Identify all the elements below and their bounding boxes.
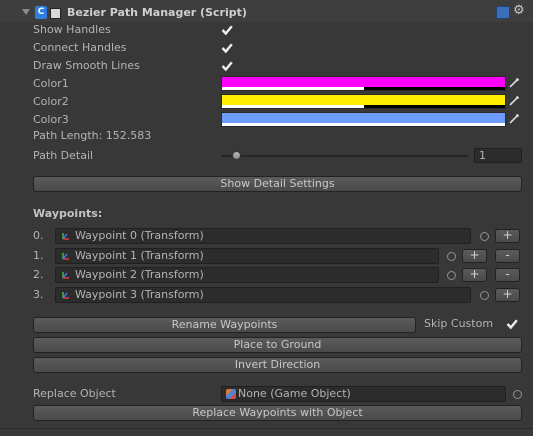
add-waypoint-button[interactable]: + (462, 268, 487, 282)
checkbox[interactable] (221, 60, 233, 72)
waypoint-index: 3. (33, 288, 44, 301)
object-picker-icon[interactable] (447, 252, 456, 261)
rename-waypoints-button[interactable]: Rename Waypoints (33, 317, 416, 333)
color-field[interactable] (221, 76, 506, 91)
alpha-bar (222, 105, 364, 108)
replace-object-label: Replace Object (33, 387, 116, 400)
csharp-script-icon: C (35, 6, 47, 19)
object-picker-icon[interactable] (480, 232, 489, 241)
waypoint-name: Waypoint 0 (Transform) (75, 229, 204, 242)
eyedropper-icon[interactable] (508, 77, 520, 89)
add-waypoint-button[interactable]: + (495, 229, 520, 243)
waypoint-object-field[interactable]: Waypoint 2 (Transform) (55, 267, 439, 283)
skip-custom-label: Skip Custom (424, 317, 494, 330)
transform-icon (62, 272, 69, 279)
replace-object-field[interactable]: None (Game Object) (221, 386, 506, 402)
color-label: Color3 (33, 113, 69, 126)
path-length-label: Path Length: 152.583 (33, 129, 152, 142)
color-field[interactable] (221, 112, 506, 127)
object-picker-icon[interactable] (513, 390, 522, 399)
transform-icon (62, 292, 69, 299)
transform-icon (62, 253, 69, 260)
component-enabled-toggle[interactable] (50, 8, 61, 19)
waypoint-object-field[interactable]: Waypoint 0 (Transform) (55, 228, 471, 244)
component-title: Bezier Path Manager (Script) (67, 6, 247, 19)
gear-icon[interactable]: ⚙ (513, 4, 525, 18)
waypoint-object-field[interactable]: Waypoint 1 (Transform) (55, 248, 439, 264)
path-detail-slider-thumb[interactable] (232, 151, 241, 160)
path-detail-value-field[interactable]: 1 (474, 148, 522, 163)
eyedropper-icon[interactable] (508, 113, 520, 125)
show-detail-settings-button[interactable]: Show Detail Settings (33, 176, 522, 192)
waypoints-heading: Waypoints: (33, 207, 103, 220)
color-label: Color2 (33, 95, 69, 108)
game-object-icon (226, 389, 236, 399)
replace-object-value: None (Game Object) (238, 387, 351, 400)
help-book-icon[interactable] (496, 6, 510, 19)
waypoint-name: Waypoint 1 (Transform) (75, 249, 204, 262)
checkbox[interactable] (221, 24, 233, 36)
waypoint-name: Waypoint 2 (Transform) (75, 268, 204, 281)
checkbox[interactable] (221, 42, 233, 54)
transform-icon (62, 233, 69, 240)
add-waypoint-button[interactable]: + (495, 288, 520, 302)
object-picker-icon[interactable] (480, 291, 489, 300)
eyedropper-icon[interactable] (508, 95, 520, 107)
alpha-bar (222, 87, 364, 90)
waypoint-index: 1. (33, 249, 44, 262)
skip-custom-toggle[interactable] (506, 318, 518, 330)
waypoint-name: Waypoint 3 (Transform) (75, 288, 204, 301)
path-detail-slider-track[interactable] (221, 155, 468, 157)
invert-direction-button[interactable]: Invert Direction (33, 357, 522, 373)
path-detail-label: Path Detail (33, 149, 94, 162)
waypoint-index: 0. (33, 229, 44, 242)
object-picker-icon[interactable] (447, 271, 456, 280)
color-label: Color1 (33, 77, 69, 90)
remove-waypoint-button[interactable]: - (495, 249, 520, 263)
bottom-divider (0, 428, 533, 429)
waypoint-object-field[interactable]: Waypoint 3 (Transform) (55, 287, 471, 303)
color-field[interactable] (221, 94, 506, 109)
replace-waypoints-button[interactable]: Replace Waypoints with Object (33, 405, 522, 421)
add-waypoint-button[interactable]: + (462, 249, 487, 263)
remove-waypoint-button[interactable]: - (495, 268, 520, 282)
alpha-bar (222, 123, 505, 126)
waypoint-index: 2. (33, 268, 44, 281)
place-to-ground-button[interactable]: Place to Ground (33, 337, 522, 353)
toggle-label: Show Handles (33, 23, 111, 36)
toggle-label: Draw Smooth Lines (33, 59, 140, 72)
foldout-arrow-icon[interactable] (22, 9, 30, 15)
toggle-label: Connect Handles (33, 41, 127, 54)
